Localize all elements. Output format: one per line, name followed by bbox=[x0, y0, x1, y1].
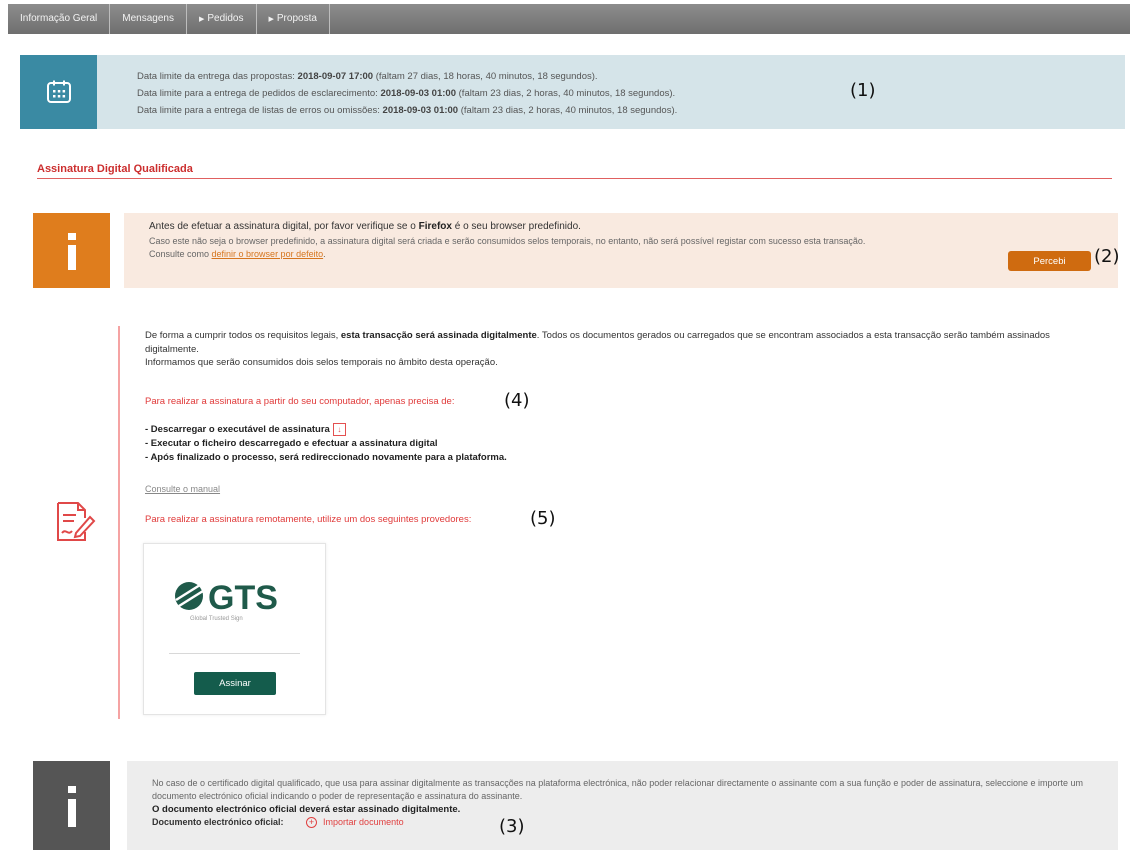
step-execute: - Executar o ficheiro descarregado e efe… bbox=[145, 438, 438, 450]
signature-intro-paragraph: De forma a cumprir todos os requisitos l… bbox=[145, 330, 1050, 355]
signature-intro: De forma a cumprir todos os requisitos l… bbox=[145, 329, 1095, 370]
tab-label: Mensagens bbox=[122, 13, 174, 24]
document-pen-icon bbox=[57, 502, 96, 541]
section-title: Assinatura Digital Qualificada bbox=[37, 163, 193, 175]
deadline-panel: Data limite da entrega das propostas: 20… bbox=[20, 55, 1125, 129]
step-redirect: - Após finalizado o processo, será redir… bbox=[145, 452, 507, 464]
top-tab-bar: Informação Geral Mensagens ▶ Pedidos ▶ Pro… bbox=[8, 4, 1130, 34]
import-document-link[interactable]: + Importar documento bbox=[306, 817, 404, 828]
tab-label: Proposta bbox=[276, 13, 317, 24]
tab-mensagens[interactable]: Mensagens bbox=[110, 4, 187, 34]
tab-label: Informação Geral bbox=[20, 13, 98, 24]
plus-circle-icon: + bbox=[306, 817, 318, 828]
expand-arrow-icon: ▶ bbox=[198, 16, 205, 23]
seals-note: Informamos que serão consumidos dois sel… bbox=[145, 357, 498, 368]
percebi-button[interactable]: Percebi bbox=[1008, 251, 1091, 271]
gts-logo-subtitle: Global Trusted Sign bbox=[190, 616, 243, 622]
tab-label: Pedidos bbox=[207, 13, 244, 24]
expand-arrow-icon: ▶ bbox=[268, 16, 274, 23]
deadline-lines: Data limite da entrega das propostas: 20… bbox=[137, 68, 677, 119]
document-label: Documento electrónico oficial: bbox=[152, 817, 284, 827]
firefox-notice: Antes de efetuar a assinatura digital, p… bbox=[33, 213, 1118, 288]
annotation-3: (3) bbox=[499, 816, 525, 837]
signature-icon bbox=[52, 500, 96, 549]
section-divider bbox=[37, 178, 1112, 179]
deadline-clarifications: Data limite para a entrega de pedidos de… bbox=[137, 88, 676, 99]
tab-pedidos[interactable]: ▶ Pedidos bbox=[187, 4, 257, 34]
info-icon bbox=[67, 785, 76, 827]
annotation-5: (5) bbox=[530, 508, 556, 529]
deadline-proposals: Data limite da entrega das propostas: 20… bbox=[137, 71, 598, 82]
document-upload-row: Documento electrónico oficial: + Importar… bbox=[152, 816, 1097, 829]
certificate-notice: No caso de o certificado digital qualifi… bbox=[33, 761, 1118, 850]
firefox-notice-body: Antes de efetuar a assinatura digital, p… bbox=[124, 213, 1118, 288]
deadline-errors-omissions: Data limite para a entrega de listas de … bbox=[137, 105, 678, 116]
certificate-notice-body: No caso de o certificado digital qualifi… bbox=[127, 761, 1118, 850]
default-browser-link[interactable]: definir o browser por defeito bbox=[212, 249, 324, 259]
signature-accent-bar bbox=[118, 326, 120, 719]
annotation-1: (1) bbox=[850, 80, 876, 101]
local-signing-steps: - Descarregar o executável de assinatura… bbox=[145, 423, 507, 465]
assinar-button[interactable]: Assinar bbox=[194, 672, 276, 695]
firefox-notice-lead: Antes de efetuar a assinatura digital, p… bbox=[149, 221, 581, 232]
download-icon[interactable]: ↓ bbox=[332, 423, 346, 436]
firefox-notice-text: Antes de efetuar a assinatura digital, p… bbox=[149, 220, 969, 261]
provider-card-gts: GTS Global Trusted Sign Assinar bbox=[143, 543, 326, 715]
annotation-2: (2) bbox=[1094, 246, 1120, 267]
certificate-notice-paragraph: No caso de o certificado digital qualifi… bbox=[152, 778, 1084, 801]
annotation-4: (4) bbox=[504, 390, 530, 411]
info-icon bbox=[67, 232, 76, 270]
info-icon-box bbox=[33, 213, 110, 288]
calendar-icon bbox=[46, 80, 71, 103]
info-icon-box bbox=[33, 761, 110, 850]
local-signing-heading: Para realizar a assinatura a partir do s… bbox=[145, 396, 455, 407]
firefox-notice-body-text: Caso este não seja o browser predefinido… bbox=[149, 236, 866, 246]
tab-informacao-geral[interactable]: Informação Geral bbox=[8, 4, 111, 34]
provider-divider bbox=[169, 653, 300, 654]
remote-signing-heading: Para realizar a assinatura remotamente, … bbox=[145, 514, 472, 525]
step-download: - Descarregar o executável de assinatura… bbox=[145, 423, 507, 437]
import-document-label: Importar documento bbox=[323, 817, 404, 827]
certificate-notice-strong: O documento electrónico oficial deverá e… bbox=[152, 804, 461, 815]
gts-logo-text: GTS bbox=[208, 579, 278, 617]
tab-proposta[interactable]: ▶ Proposta bbox=[257, 4, 330, 34]
certificate-notice-text: No caso de o certificado digital qualifi… bbox=[152, 777, 1097, 829]
calendar-icon-box bbox=[20, 55, 97, 129]
manual-link[interactable]: Consulte o manual bbox=[145, 484, 220, 494]
firefox-notice-consult: Consulte como definir o browser por defe… bbox=[149, 249, 326, 259]
